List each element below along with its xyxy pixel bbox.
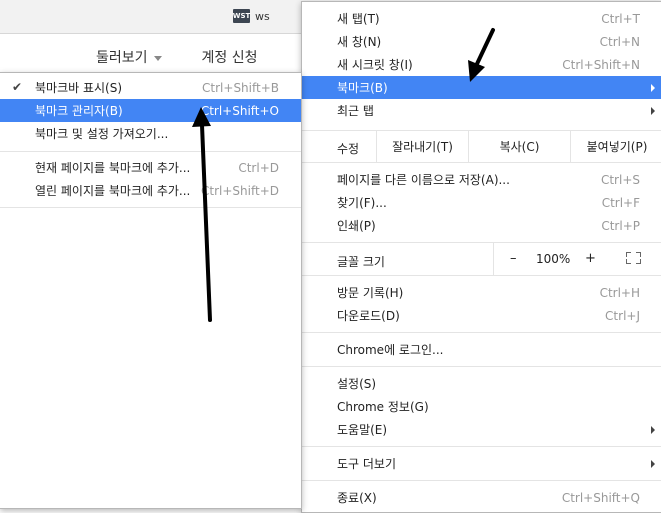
menu-item-bookmark-this-page[interactable]: 현재 페이지를 북마크에 추가... Ctrl+D (0, 156, 301, 179)
menu-item-label: 다운로드(D) (337, 309, 400, 323)
menu-item-label: 도움말(E) (337, 423, 388, 437)
menu-item-import-bookmarks[interactable]: 북마크 및 설정 가져오기... (0, 122, 301, 145)
menu-item-incognito[interactable]: 새 시크릿 창(I) Ctrl+Shift+N (302, 53, 661, 76)
menu-separator (302, 332, 661, 333)
browse-dropdown[interactable]: 둘러보기 (96, 47, 162, 67)
menu-item-shortcut: Ctrl+Shift+N (562, 57, 640, 72)
menu-item-downloads[interactable]: 다운로드(D) Ctrl+J (302, 304, 661, 327)
paste-button-label: 붙여넣기(P) (586, 140, 648, 154)
menu-item-show-bookmarks-bar[interactable]: ✔ 북마크바 표시(S) Ctrl+Shift+B (0, 76, 301, 99)
menu-item-new-tab[interactable]: 새 탭(T) Ctrl+T (302, 7, 661, 30)
menu-item-label: 찾기(F)... (337, 196, 387, 210)
menu-item-label: 북마크 및 설정 가져오기... (35, 127, 169, 141)
copy-button[interactable]: 복사(C) (468, 130, 570, 163)
menu-separator (302, 446, 661, 447)
checkmark-icon: ✔ (12, 80, 23, 94)
menu-item-history[interactable]: 방문 기록(H) Ctrl+H (302, 281, 661, 304)
menu-item-bookmark-manager[interactable]: 북마크 관리자(B) Ctrl+Shift+O (0, 99, 301, 122)
menu-item-label: 방문 기록(H) (337, 286, 404, 300)
copy-button-label: 복사(C) (499, 140, 540, 154)
signup-link[interactable]: 계정 신청 (202, 47, 258, 67)
menu-item-print[interactable]: 인쇄(P) Ctrl+P (302, 214, 661, 237)
menu-item-help[interactable]: 도움말(E) (302, 418, 661, 441)
menu-separator (302, 480, 661, 481)
menu-item-label: Chrome에 로그인... (337, 343, 444, 357)
zoom-controls: – 100% + (493, 242, 661, 276)
submenu-arrow-icon (651, 426, 655, 434)
edit-label: 수정 (337, 142, 360, 156)
menu-item-shortcut: Ctrl+Shift+O (200, 103, 279, 118)
zoom-in-button[interactable]: + (585, 251, 596, 266)
zoom-out-button[interactable]: – (510, 251, 517, 266)
menu-item-label: 종료(X) (337, 491, 377, 505)
chrome-main-menu: 새 탭(T) Ctrl+T 새 창(N) Ctrl+N 새 시크릿 창(I) C… (301, 1, 661, 513)
menu-item-bookmarks[interactable]: 북마크(B) (302, 76, 661, 99)
menu-item-label: 최근 탭 (337, 104, 374, 118)
tab-title: ws (255, 9, 270, 23)
cut-button[interactable]: 잘라내기(T) (376, 130, 468, 163)
menu-item-shortcut: Ctrl+J (605, 308, 640, 323)
browse-label: 둘러보기 (96, 50, 148, 66)
menu-item-label: 인쇄(P) (337, 219, 376, 233)
menu-item-shortcut: Ctrl+D (238, 160, 279, 175)
menu-item-settings[interactable]: 설정(S) (302, 372, 661, 395)
menu-item-shortcut: Ctrl+Shift+Q (561, 490, 640, 505)
menu-item-new-window[interactable]: 새 창(N) Ctrl+N (302, 30, 661, 53)
menu-separator (0, 151, 301, 152)
cut-button-label: 잘라내기(T) (392, 140, 453, 154)
bookmarks-submenu: ✔ 북마크바 표시(S) Ctrl+Shift+B 북마크 관리자(B) Ctr… (0, 72, 302, 509)
menu-separator (0, 207, 301, 208)
menu-item-shortcut: Ctrl+N (599, 34, 640, 49)
menu-item-label: 새 창(N) (337, 35, 382, 49)
submenu-arrow-icon (651, 84, 655, 92)
menu-item-label: 도구 더보기 (337, 457, 397, 471)
menu-item-shortcut: Ctrl+P (601, 218, 640, 233)
menu-item-label: 새 시크릿 창(I) (337, 58, 413, 72)
menu-separator (302, 366, 661, 367)
menu-item-label: 설정(S) (337, 377, 377, 391)
zoom-value: 100% (536, 252, 571, 266)
menu-item-shortcut: Ctrl+F (601, 195, 640, 210)
page-top-links: 둘러보기 계정 신청 (96, 47, 258, 67)
menu-item-bookmark-open-pages[interactable]: 열린 페이지를 북마크에 추가... Ctrl+Shift+D (0, 179, 301, 202)
menu-item-label: 북마크(B) (337, 81, 388, 95)
submenu-arrow-icon (651, 460, 655, 468)
menu-item-exit[interactable]: 종료(X) Ctrl+Shift+Q (302, 486, 661, 509)
menu-item-label: 새 탭(T) (337, 12, 380, 26)
submenu-arrow-icon (651, 107, 655, 115)
zoom-row: 글꼴 크기 – 100% + (302, 242, 661, 276)
menu-item-more-tools[interactable]: 도구 더보기 (302, 452, 661, 475)
menu-item-shortcut: Ctrl+T (601, 11, 640, 26)
browser-tab[interactable]: WST ws (233, 9, 270, 23)
menu-item-shortcut: Ctrl+Shift+D (201, 183, 279, 198)
menu-item-label: 현재 페이지를 북마크에 추가... (35, 161, 191, 175)
menu-item-label: 페이지를 다른 이름으로 저장(A)... (337, 173, 510, 187)
site-logo: WST (233, 9, 250, 23)
menu-item-label: Chrome 정보(G) (337, 400, 429, 414)
menu-item-save-as[interactable]: 페이지를 다른 이름으로 저장(A)... Ctrl+S (302, 168, 661, 191)
menu-item-shortcut: Ctrl+S (600, 172, 640, 187)
chevron-down-icon (153, 55, 162, 61)
menu-item-label: 열린 페이지를 북마크에 추가... (35, 184, 191, 198)
menu-item-about[interactable]: Chrome 정보(G) (302, 395, 661, 418)
menu-item-label: 북마크 관리자(B) (35, 104, 123, 118)
menu-item-recent-tabs[interactable]: 최근 탭 (302, 99, 661, 122)
menu-item-shortcut: Ctrl+Shift+B (202, 80, 279, 95)
fullscreen-icon[interactable] (626, 252, 641, 264)
menu-item-find[interactable]: 찾기(F)... Ctrl+F (302, 191, 661, 214)
menu-item-signin[interactable]: Chrome에 로그인... (302, 338, 661, 361)
menu-item-label: 북마크바 표시(S) (35, 81, 123, 95)
zoom-label: 글꼴 크기 (337, 255, 385, 269)
paste-button[interactable]: 붙여넣기(P) (570, 130, 661, 163)
menu-item-shortcut: Ctrl+H (599, 285, 640, 300)
edit-row: 수정 잘라내기(T) 복사(C) 붙여넣기(P) (302, 130, 661, 163)
